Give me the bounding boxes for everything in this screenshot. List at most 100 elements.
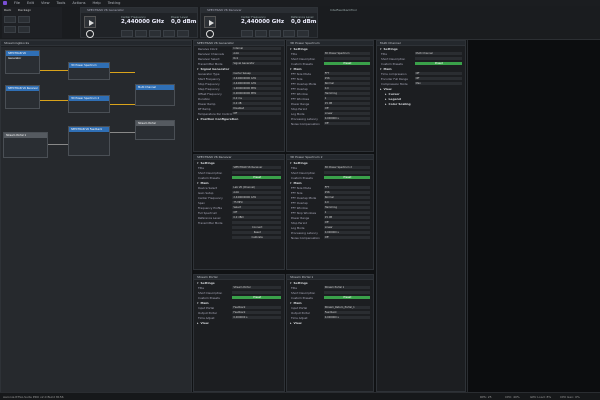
row-value[interactable]: Select bbox=[232, 205, 281, 210]
row-value[interactable]: 0,000000 s bbox=[323, 315, 370, 320]
node-spectrum-1[interactable]: 3D Power Spectrum bbox=[68, 62, 110, 80]
rack-button-1[interactable] bbox=[4, 16, 16, 23]
row-value[interactable]: Feedback bbox=[323, 310, 370, 315]
row-value[interactable]: Signal Generator bbox=[232, 61, 281, 66]
generator-opt-1[interactable] bbox=[121, 30, 133, 37]
node-spectrum-2[interactable]: 3D Power Spectrum 2 bbox=[68, 95, 110, 113]
row-value[interactable]: Hamming bbox=[323, 91, 370, 96]
row-value[interactable]: 0,000000 s bbox=[232, 315, 281, 320]
preset-button[interactable]: Preset bbox=[414, 61, 462, 66]
row-value[interactable]: 0,0 ms bbox=[232, 96, 281, 101]
reset-button[interactable]: Reset bbox=[232, 230, 281, 235]
title-input[interactable]: 3D Power Spectrum 2 bbox=[323, 165, 370, 170]
preset-button[interactable]: Preset bbox=[232, 175, 281, 180]
receiver-opt-3[interactable] bbox=[269, 30, 281, 37]
rack-button-2[interactable] bbox=[18, 16, 30, 23]
connect-button[interactable]: Connect bbox=[232, 225, 281, 230]
description-input[interactable] bbox=[232, 290, 281, 295]
generator-play-button[interactable] bbox=[84, 16, 96, 28]
row-value[interactable]: Auto bbox=[232, 190, 281, 195]
section-view[interactable]: ▸ View bbox=[287, 320, 373, 325]
row-value[interactable]: Feedback bbox=[232, 305, 281, 310]
row-value[interactable]: Disabled bbox=[232, 106, 281, 111]
generator-freq-value[interactable]: 2,440000 GHz bbox=[121, 19, 164, 25]
node-stream-portal-1[interactable]: Stream Portal 1 bbox=[3, 132, 48, 158]
generator-opt-3[interactable] bbox=[149, 30, 161, 37]
row-value[interactable]: 1 bbox=[323, 210, 370, 215]
row-value[interactable]: Off bbox=[323, 106, 370, 111]
row-value[interactable]: 0,0 dB bbox=[232, 101, 281, 106]
tab-workspace[interactable]: Deckagn bbox=[18, 8, 31, 12]
row-value[interactable]: 1,000000000 MHz bbox=[232, 86, 281, 91]
rack-button-3[interactable] bbox=[4, 26, 16, 33]
row-value[interactable]: Hamming bbox=[323, 205, 370, 210]
row-value[interactable]: 0,000000 s bbox=[323, 230, 370, 235]
receiver-opt-1[interactable] bbox=[241, 30, 253, 37]
node-generator[interactable]: SPECTRAN V6 Generator bbox=[5, 50, 40, 74]
row-value[interactable]: FFT bbox=[323, 185, 370, 190]
row-value[interactable]: FFT bbox=[323, 71, 370, 76]
generator-power-icon[interactable] bbox=[86, 30, 94, 38]
row-value[interactable]: Off bbox=[323, 235, 370, 240]
receiver-opt-2[interactable] bbox=[255, 30, 267, 37]
row-value[interactable]: 0,0 bbox=[323, 86, 370, 91]
menu-actions[interactable]: Actions bbox=[72, 1, 85, 5]
row-value[interactable]: Normal bbox=[323, 195, 370, 200]
row-value[interactable]: 0,000000 s bbox=[323, 116, 370, 121]
row-value[interactable]: 15 dB bbox=[323, 101, 370, 106]
row-value[interactable]: Normal bbox=[323, 81, 370, 86]
description-input[interactable] bbox=[323, 290, 370, 295]
preset-button[interactable]: Preset bbox=[232, 295, 281, 300]
row-value[interactable]: Internal bbox=[232, 46, 281, 51]
row-value[interactable]: 75 MHz bbox=[232, 200, 281, 205]
tab-rack[interactable]: Rack bbox=[4, 8, 11, 12]
menu-edit[interactable]: Edit bbox=[27, 1, 34, 5]
menu-file[interactable]: File bbox=[14, 1, 20, 5]
row-value[interactable]: Stream_Return_Portal_1 bbox=[323, 305, 370, 310]
receiver-play-button[interactable] bbox=[204, 16, 216, 28]
node-stream-portal[interactable]: Stream Portal bbox=[135, 120, 175, 140]
description-input[interactable] bbox=[323, 56, 370, 61]
row-value[interactable]: 0,0 bbox=[323, 200, 370, 205]
rack-button-4[interactable] bbox=[18, 26, 30, 33]
receiver-power-icon[interactable] bbox=[206, 30, 214, 38]
row-value[interactable]: Off bbox=[232, 111, 281, 116]
row-value[interactable]: 0,000000000 MHz bbox=[232, 91, 281, 96]
generator-opt-2[interactable] bbox=[135, 30, 147, 37]
description-input[interactable] bbox=[414, 56, 462, 61]
row-value[interactable]: Linear bbox=[323, 111, 370, 116]
receiver-opt-4[interactable] bbox=[283, 30, 295, 37]
section-color[interactable]: ▸ Color Scaling bbox=[377, 101, 465, 106]
row-value[interactable]: Off bbox=[323, 220, 370, 225]
menu-tools[interactable]: Tools bbox=[57, 1, 66, 5]
preset-button[interactable]: Preset bbox=[323, 61, 370, 66]
preset-button[interactable]: Preset bbox=[323, 295, 370, 300]
row-value[interactable]: 256 bbox=[323, 190, 370, 195]
menu-view[interactable]: View bbox=[41, 1, 50, 5]
title-input[interactable]: Multi Channel bbox=[414, 51, 462, 56]
row-value[interactable]: Auto bbox=[232, 51, 281, 56]
node-receiver[interactable]: SPECTRAN V6 Receiver bbox=[5, 85, 40, 109]
node-feedback[interactable]: SPECTRAN V6 Feedback bbox=[68, 126, 110, 156]
generator-level-value[interactable]: 0,0 dBm bbox=[171, 19, 197, 25]
section-view[interactable]: ▸ View bbox=[194, 320, 284, 325]
row-value[interactable]: 15 dB bbox=[323, 215, 370, 220]
row-value[interactable]: Max bbox=[414, 81, 462, 86]
row-value[interactable]: 2,440000000 GHz bbox=[232, 81, 281, 86]
row-value[interactable]: Off bbox=[232, 210, 281, 215]
receiver-opt-5[interactable] bbox=[297, 30, 309, 37]
title-input[interactable]: Stream Portal bbox=[232, 285, 281, 290]
description-input[interactable] bbox=[323, 170, 370, 175]
row-value[interactable]: Off bbox=[414, 71, 462, 76]
row-value[interactable]: Lab V6 (Channel) bbox=[232, 185, 281, 190]
row-value[interactable]: Center Sweep bbox=[232, 71, 281, 76]
receiver-level-value[interactable]: 0,0 dBm bbox=[291, 19, 317, 25]
receiver-freq-value[interactable]: 2,440000 GHz bbox=[241, 19, 284, 25]
row-value[interactable]: Off bbox=[323, 121, 370, 126]
node-multi-channel[interactable]: Multi Channel bbox=[135, 84, 175, 106]
row-value[interactable]: Rx1 bbox=[232, 56, 281, 61]
generator-opt-4[interactable] bbox=[163, 30, 175, 37]
row-value[interactable]: 0,0 dBm bbox=[232, 215, 281, 220]
section-position[interactable]: ▸ Position Configuration bbox=[194, 116, 284, 121]
row-value[interactable]: 1 bbox=[323, 96, 370, 101]
